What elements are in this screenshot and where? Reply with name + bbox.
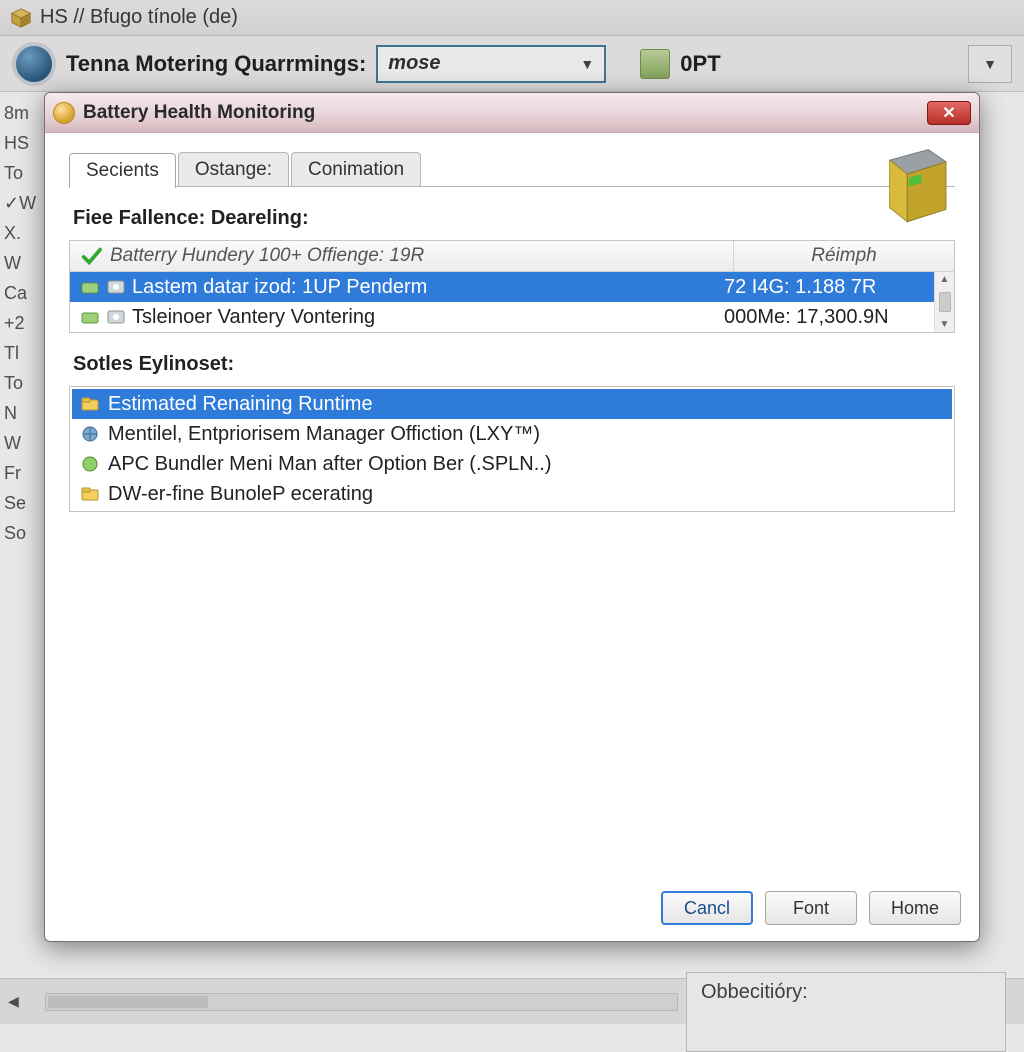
app-title: HS // Bfugo tínole (de) xyxy=(40,6,238,29)
globe-icon xyxy=(12,42,56,86)
toolbar-label: Tenna Motering Quarrmings: xyxy=(66,51,366,77)
list-item[interactable]: APC Bundler Meni Man after Option Ber (.… xyxy=(72,449,952,479)
list-item[interactable]: DW-er-fine BunoleP ecerating xyxy=(72,479,952,509)
list-item-label: APC Bundler Meni Man after Option Ber (.… xyxy=(108,453,552,476)
folder-icon xyxy=(80,394,100,414)
object-box: Obbecitióry: xyxy=(686,972,1006,1052)
device-list: Batterry Hundery 100+ Offienge: 19R Réim… xyxy=(69,240,955,333)
device-icon xyxy=(80,307,100,327)
close-icon: ✕ xyxy=(942,103,955,123)
list-item-label: Mentilel, Entpriorisem Manager Offiction… xyxy=(108,423,540,446)
list-item-label: DW-er-fine BunoleP ecerating xyxy=(108,483,373,506)
font-button[interactable]: Font xyxy=(765,891,857,925)
bg-right-strip xyxy=(974,94,1024,978)
mode-select[interactable]: mose ▼ xyxy=(376,45,606,83)
tab-ostange[interactable]: Ostange: xyxy=(178,152,289,187)
header-main[interactable]: Batterry Hundery 100+ Offienge: 19R xyxy=(70,241,734,271)
battery-health-dialog: Battery Health Monitoring ✕ Secients Ost… xyxy=(44,92,980,942)
mode-select-value: mose xyxy=(388,52,440,75)
device-list-header: Batterry Hundery 100+ Offienge: 19R Réim… xyxy=(70,241,954,272)
list-item[interactable]: Estimated Renaining Runtime xyxy=(72,389,952,419)
folder-icon xyxy=(80,484,100,504)
chevron-down-icon: ▼ xyxy=(580,56,594,72)
bg-statusbar: ◀ Obbecitióry: xyxy=(0,978,1024,1024)
tab-strip: Secients Ostange: Conimation xyxy=(69,151,955,187)
drive-icon xyxy=(106,277,126,297)
opt-icon xyxy=(640,49,670,79)
dialog-footer: Cancl Font Home xyxy=(45,879,979,941)
dialog-titlebar[interactable]: Battery Health Monitoring ✕ xyxy=(45,93,979,133)
object-box-label: Obbecitióry: xyxy=(701,981,808,1004)
home-button[interactable]: Home xyxy=(869,891,961,925)
horizontal-scrollbar[interactable] xyxy=(45,993,678,1011)
row-right-text: 72 I4G: 1.188 7R xyxy=(714,276,934,299)
close-button[interactable]: ✕ xyxy=(927,101,971,125)
list-item-label: Estimated Renaining Runtime xyxy=(108,393,373,416)
table-row[interactable]: Lastem datar izod: 1UP Penderm 72 I4G: 1… xyxy=(70,272,934,302)
chevron-down-icon: ▼ xyxy=(983,56,997,72)
cancel-button[interactable]: Cancl xyxy=(661,891,753,925)
toolbar-dropdown[interactable]: ▼ xyxy=(968,45,1012,83)
table-row[interactable]: Tsleinoer Vantery Vontering 000Me: 17,30… xyxy=(70,302,934,332)
app-toolbar: Tenna Motering Quarrmings: mose ▼ 0PT ▼ xyxy=(0,36,1024,92)
section2-label: Sotles Eylinoset: xyxy=(73,353,955,376)
list-item[interactable]: Mentilel, Entpriorisem Manager Offiction… xyxy=(72,419,952,449)
app-icon xyxy=(10,7,32,29)
checkmark-icon xyxy=(80,245,102,267)
device-icon xyxy=(80,277,100,297)
row-right-text: 000Me: 17,300.9N xyxy=(714,306,934,329)
green-icon xyxy=(80,454,100,474)
header-main-text: Batterry Hundery 100+ Offienge: 19R xyxy=(110,245,424,267)
dialog-body: Secients Ostange: Conimation Fiee Fallen… xyxy=(45,133,979,879)
dialog-title: Battery Health Monitoring xyxy=(83,102,919,124)
drive-icon xyxy=(106,307,126,327)
globe-icon xyxy=(80,424,100,444)
header-right[interactable]: Réimph xyxy=(734,241,954,271)
section1-label: Fiee Fallence: Deareling: xyxy=(73,207,955,230)
battery-icon xyxy=(865,139,953,225)
tab-secients[interactable]: Secients xyxy=(69,153,176,188)
options-list: Estimated Renaining Runtime Mentilel, En… xyxy=(69,386,955,512)
row-main-text: Tsleinoer Vantery Vontering xyxy=(132,306,375,329)
tab-conimation[interactable]: Conimation xyxy=(291,152,421,187)
dialog-icon xyxy=(53,102,75,124)
app-titlebar: HS // Bfugo tínole (de) xyxy=(0,0,1024,36)
opt-label: 0PT xyxy=(680,51,720,77)
row-main-text: Lastem datar izod: 1UP Penderm xyxy=(132,276,427,299)
list-scrollbar[interactable]: ▲▼ xyxy=(934,272,954,332)
